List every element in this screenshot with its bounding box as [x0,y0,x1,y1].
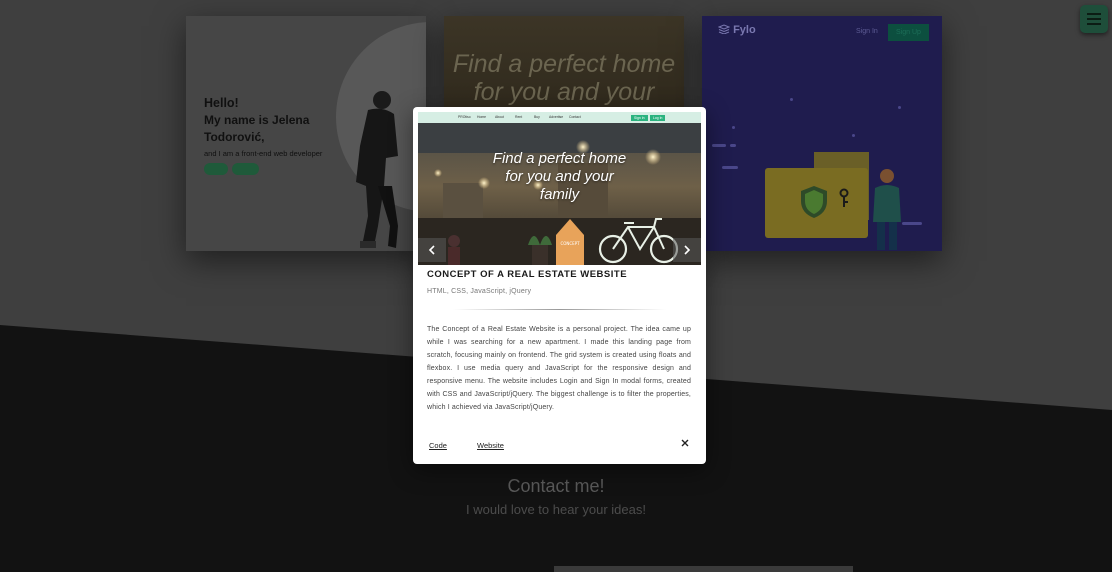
hamburger-icon [1087,13,1101,25]
greeting: Hello! [204,96,239,110]
slide-title-line-2: for you and your [505,168,614,185]
slide-nav-item: Advertise [549,115,564,119]
decor-dot [790,98,793,101]
project-tech-stack: HTML, CSS, JavaScript, jQuery [427,288,532,295]
decor-dot [852,134,855,137]
contact-form-top [554,566,853,572]
close-button[interactable] [679,437,691,449]
decor-line [730,144,736,147]
slide-nav-signin: Sign In [631,114,648,121]
slide-prev-button[interactable] [418,238,446,262]
slide-nav-login: Log In [650,114,666,121]
fylo-sign-in: Sign In [856,28,878,35]
contact-title: Contact me! [507,476,605,496]
decor-line [722,166,738,169]
project-modal: PROtiso Home About Rent Buy Advertise Co… [413,107,706,464]
chevron-right-icon [684,245,691,255]
portfolio-project-card[interactable]: Hello! My name is Jelena Todorović, and … [186,16,426,251]
close-icon [681,439,689,447]
fylo-logo: Fylo [717,24,756,36]
slide-nav-item: Home [477,115,487,119]
slide-nav-item: Rent [515,115,523,119]
slide-title-line-1: Find a perfect home [492,150,627,167]
slide-nav-item: About [495,115,504,119]
intro-subtitle: and I am a front-end web developer [204,149,323,158]
project-title: CONCEPT OF A REAL ESTATE WEBSITE [427,269,628,280]
fylo-logo-text: Fylo [733,24,756,36]
slide-nav-item: Buy [534,115,540,119]
portfolio-button-1 [204,163,228,175]
contact-subtitle: I would love to hear your ideas! [466,502,646,517]
decor-line [712,144,726,147]
slide-sign-text: CONCEPT [560,241,580,246]
person-illustration [873,169,901,250]
slide-next-button[interactable] [673,238,701,262]
slide-title-line-3: family [539,186,580,203]
portfolio-button-2 [231,163,259,175]
slide-title: Find a perfect home for you and your fam… [418,150,701,204]
project-image-slider: PROtiso Home About Rent Buy Advertise Co… [418,112,701,265]
project-description: The Concept of a Real Estate Website is … [427,326,691,411]
fylo-project-card[interactable]: Fylo Sign In Sign Up [702,16,942,251]
fylo-logo-icon [717,24,731,35]
person-illustration [356,91,398,248]
intro-name: My name is Jelena Todorović, [204,113,310,144]
chevron-left-icon [428,245,435,255]
decor-dot [898,106,901,109]
menu-button[interactable] [1080,5,1108,33]
card-title-line-2: for you and your [473,78,655,106]
key-icon [839,188,849,207]
fylo-sign-up: Sign Up [888,24,929,41]
slide-nav-item: Contact [569,115,581,119]
real-estate-card-title: Find a perfect home for you and your [444,50,684,106]
slide-site-navbar: PROtiso Home About Rent Buy Advertise Co… [418,112,701,123]
slide-nav-item: PROtiso [458,115,471,119]
decor-dot [732,126,735,129]
code-link[interactable]: Code [429,441,447,450]
shield-icon [801,186,827,218]
card-title-line-1: Find a perfect home [452,50,676,78]
folder-illustration [765,168,868,238]
portfolio-intro: Hello! My name is Jelena Todorović, and … [204,94,334,175]
website-link[interactable]: Website [477,441,504,450]
divider [453,309,666,310]
